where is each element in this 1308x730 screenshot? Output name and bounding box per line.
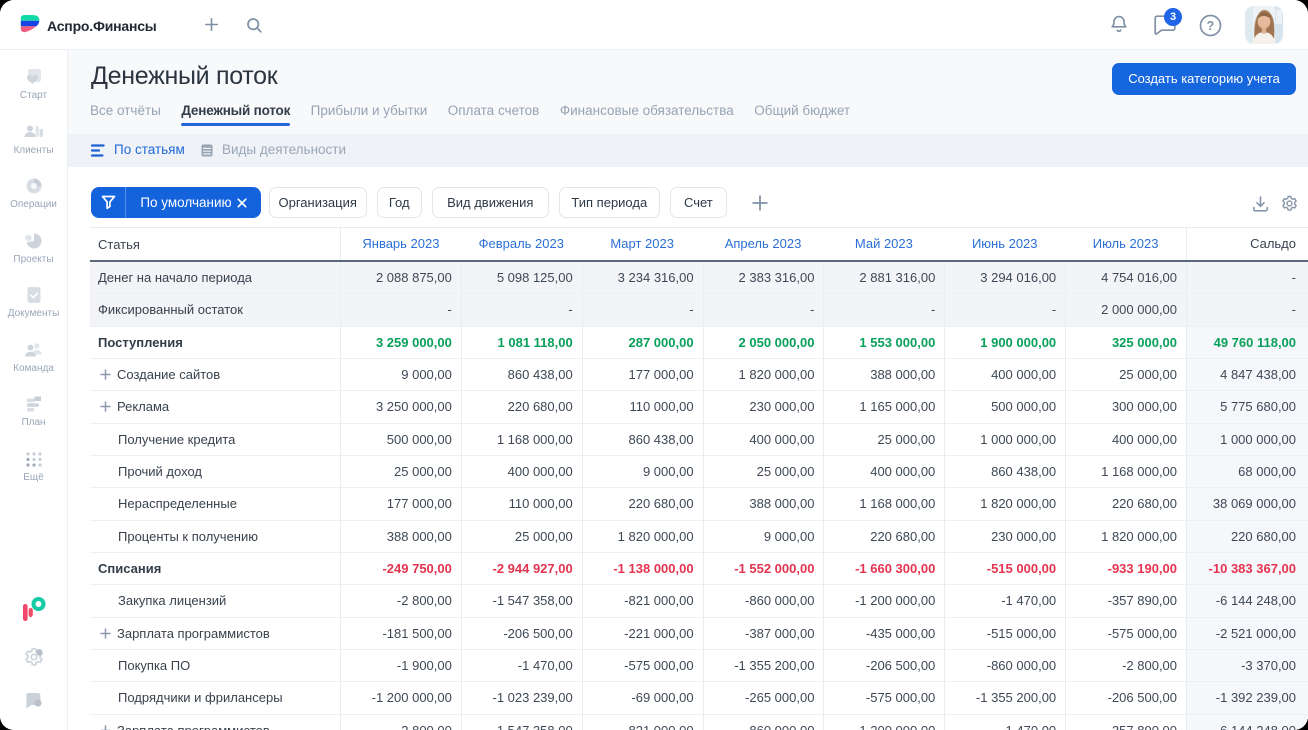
svg-text:?: ? xyxy=(1207,19,1215,33)
